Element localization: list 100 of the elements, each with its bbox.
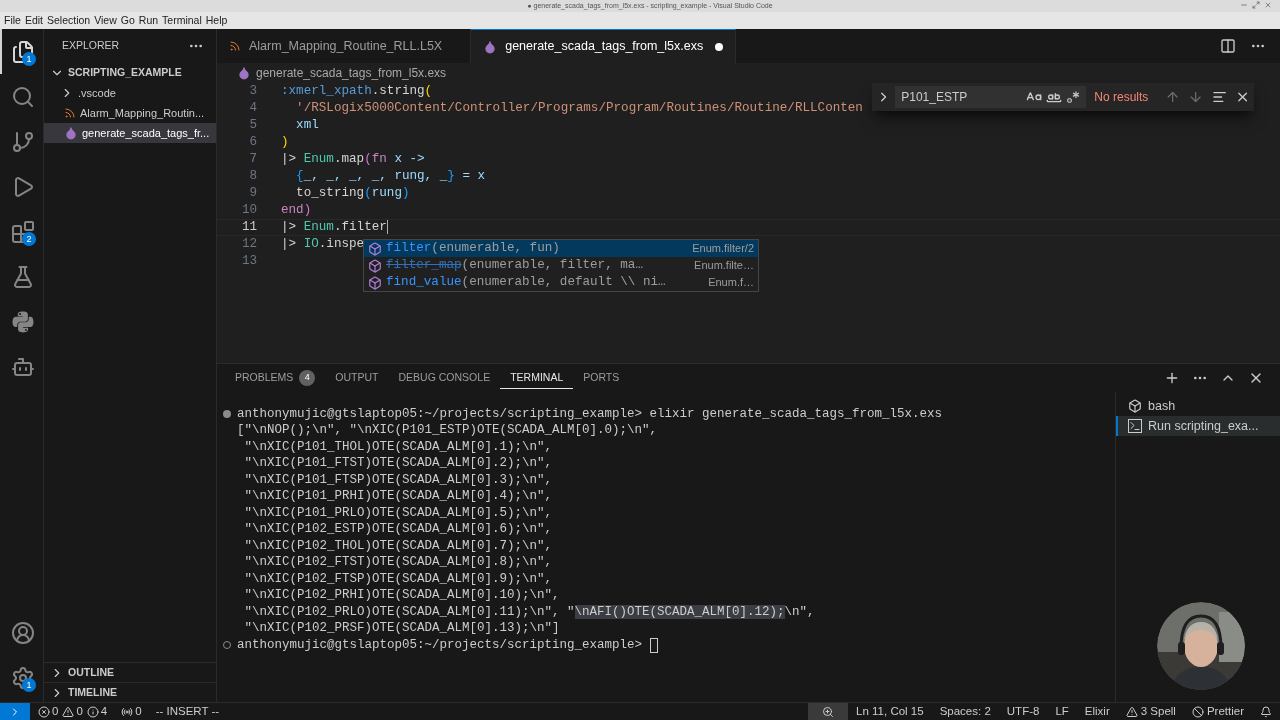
terminal-output: "\nXIC(P102_FTSP)OTE(SCADA_ALM[0].9);\n",	[243, 570, 553, 588]
find-field[interactable]: P101_ESTP	[895, 86, 1087, 108]
line-number: 4	[248, 100, 257, 118]
warnings-icon	[62, 705, 75, 718]
method-icon	[368, 275, 382, 290]
terminal-output: "\nXIC(P102_ESTP)OTE(SCADA_ALM[0].6);\n",	[243, 521, 553, 539]
panel-tab[interactable]: PROBLEMS 4	[225, 367, 326, 389]
feed-icon	[229, 40, 241, 52]
menu-item[interactable]: Go	[118, 12, 137, 29]
code-line: '/RSLogix5000Content/Controller/Programs/Program/Routines/Routine/RLLConten	[295, 101, 863, 116]
settings-button[interactable]: 1	[0, 655, 44, 700]
warning-icon	[1125, 705, 1138, 718]
menu-item[interactable]: View	[92, 12, 119, 29]
terminal-item[interactable]: Run scripting_exa...	[1116, 416, 1280, 436]
terminal-output: "\nXIC(P101_THOL)OTE(SCADA_ALM[0].1);\n",	[243, 438, 553, 456]
line-number: 11	[240, 219, 257, 237]
drop-icon	[483, 39, 498, 54]
menu-item[interactable]: Run	[136, 12, 161, 29]
line-number: 3	[248, 83, 257, 101]
explorer-row[interactable]: Alarm_Mapping_Routin...	[44, 103, 216, 123]
ports-icon	[121, 705, 134, 718]
panel-tab[interactable]: PORTS	[573, 367, 630, 389]
sidebar-title: EXPLORER	[62, 38, 120, 54]
line-number: 5	[248, 117, 257, 135]
zoom-button[interactable]	[808, 703, 849, 720]
count-badge: 1	[22, 678, 36, 692]
code-line: |> Enum.map(fn x ->	[281, 152, 425, 167]
menu-item[interactable]: Help	[203, 12, 230, 29]
search-icon	[11, 84, 35, 109]
terminal-item[interactable]: bash	[1116, 396, 1280, 416]
branch-icon	[11, 129, 35, 154]
line-number: 9	[248, 185, 257, 203]
files-icon	[11, 39, 35, 64]
count-badge: 1	[22, 52, 36, 66]
terminal-output: "\nXIC(P102_PRSF)OTE(SCADA_ALM[0].13);\n"]	[243, 620, 560, 638]
breadcrumb[interactable]: generate_scada_tags_from_l5x.exs	[256, 64, 447, 82]
status-item[interactable]: 0	[62, 702, 83, 720]
find-result: No results	[1094, 89, 1150, 106]
menu-item[interactable]: File	[2, 12, 23, 29]
status-item[interactable]: 0	[38, 702, 59, 720]
status-item[interactable]: 3 Spell	[1117, 703, 1184, 720]
terminal-output: "\nXIC(P102_FTST)OTE(SCADA_ALM[0].8);\n",	[243, 554, 553, 572]
code-line: to_string(rung)	[295, 186, 410, 201]
menu-item[interactable]: Selection	[45, 12, 93, 29]
suggestion-item[interactable]: filter(enumerable, fun) Enum.filter/2	[364, 240, 758, 257]
blocked-icon	[1191, 705, 1204, 718]
suggestion-item[interactable]: find_value(enumerable, default \\ ni… Enum.f…	[364, 274, 758, 291]
line-number: 13	[240, 253, 257, 271]
terminal-icon	[1128, 419, 1142, 433]
bell-icon	[1260, 705, 1272, 718]
panel-tab[interactable]: DEBUG CONSOLE	[388, 367, 501, 389]
terminal-output: "\nXIC(P102_PRLO)OTE(SCADA_ALM[0].11);\n", "\nAFI()OTE(SCADA_ALM[0].12);\n",	[243, 603, 815, 621]
terminal-output: "\nXIC(P101_FTST)OTE(SCADA_ALM[0].2);\n",	[243, 455, 553, 473]
line-number: 7	[248, 151, 257, 169]
info-icon	[86, 705, 99, 718]
line-number: 6	[248, 134, 257, 152]
regex-icon[interactable]	[1066, 90, 1081, 104]
add-terminal-icon[interactable]	[1164, 370, 1180, 386]
explorer-row[interactable]: .vscode	[44, 83, 216, 103]
terminal-prompt: anthonymujic@gtslaptop05:~/projects/scripting_example> elixir generate_scada_tags_from_l5x.exs	[237, 405, 943, 423]
code-line: |> IO.inspe	[281, 237, 365, 252]
terminal-output: "\nXIC(P101_PRHI)OTE(SCADA_ALM[0].4);\n",	[243, 488, 553, 506]
menu-item[interactable]: Terminal	[160, 12, 204, 29]
menu-item[interactable]: Edit	[22, 12, 45, 29]
maximize-icon[interactable]	[1252, 1, 1260, 9]
terminal-output: "\nXIC(P102_PRHI)OTE(SCADA_ALM[0].10);\n",	[243, 587, 560, 605]
status-item[interactable]: Ln 11, Col 15	[848, 703, 932, 720]
find-in-selection-icon[interactable]	[1211, 89, 1227, 105]
split-editor-icon[interactable]	[1220, 38, 1236, 54]
status-item[interactable]: 4	[86, 702, 108, 720]
extensions-button[interactable]: 2	[0, 209, 44, 254]
terminal-output: "\nXIC(P102_THOL)OTE(SCADA_ALM[0].7);\n",	[243, 537, 553, 555]
status-item[interactable]: Elixir	[1076, 703, 1118, 720]
status-item[interactable]: Spaces: 2	[931, 703, 999, 720]
status-item[interactable]: 0	[121, 702, 142, 720]
line-number: 10	[240, 202, 257, 220]
code-line: )	[281, 135, 289, 150]
account-icon	[11, 620, 35, 645]
status-item[interactable]: LF	[1047, 703, 1077, 720]
explorer-row[interactable]: generate_scada_tags_fr...	[44, 123, 216, 143]
folder-header[interactable]: SCRIPTING_EXAMPLE	[44, 63, 216, 83]
line-number: 8	[248, 168, 257, 186]
terminal-output: "\nXIC(P101_PRLO)OTE(SCADA_ALM[0].5);\n",	[243, 504, 553, 522]
status-item[interactable]: UTF-8	[998, 703, 1048, 720]
panel-tab[interactable]: OUTPUT	[325, 367, 389, 389]
terminal-prompt: anthonymujic@gtslaptop05:~/projects/scripting_example>	[237, 636, 644, 654]
status-item[interactable]: Prettier	[1183, 703, 1252, 720]
panel-tab[interactable]: TERMINAL	[500, 367, 574, 389]
section-header[interactable]: OUTLINE	[44, 662, 216, 682]
terminal-output: "\nXIC(P101_FTSP)OTE(SCADA_ALM[0].3);\n",	[243, 471, 553, 489]
suggestion-item[interactable]: filter_map(enumerable, filter, ma… Enum.filte…	[364, 257, 758, 274]
method-icon	[368, 258, 382, 273]
terminal-output: ["\nNOP();\n", "\nXIC(P101_ESTP)OTE(SCADA_ALM[0].0);\n",	[237, 422, 658, 440]
editor-tab[interactable]: generate_scada_tags_from_l5x.exs	[471, 29, 737, 63]
vim-mode[interactable]: -- INSERT --	[155, 702, 220, 720]
feed-icon	[64, 107, 76, 119]
cube-icon	[1128, 399, 1142, 413]
drop-icon	[237, 66, 251, 80]
previous-match-icon[interactable]	[1165, 89, 1181, 105]
terminal-cursor	[649, 637, 658, 653]
